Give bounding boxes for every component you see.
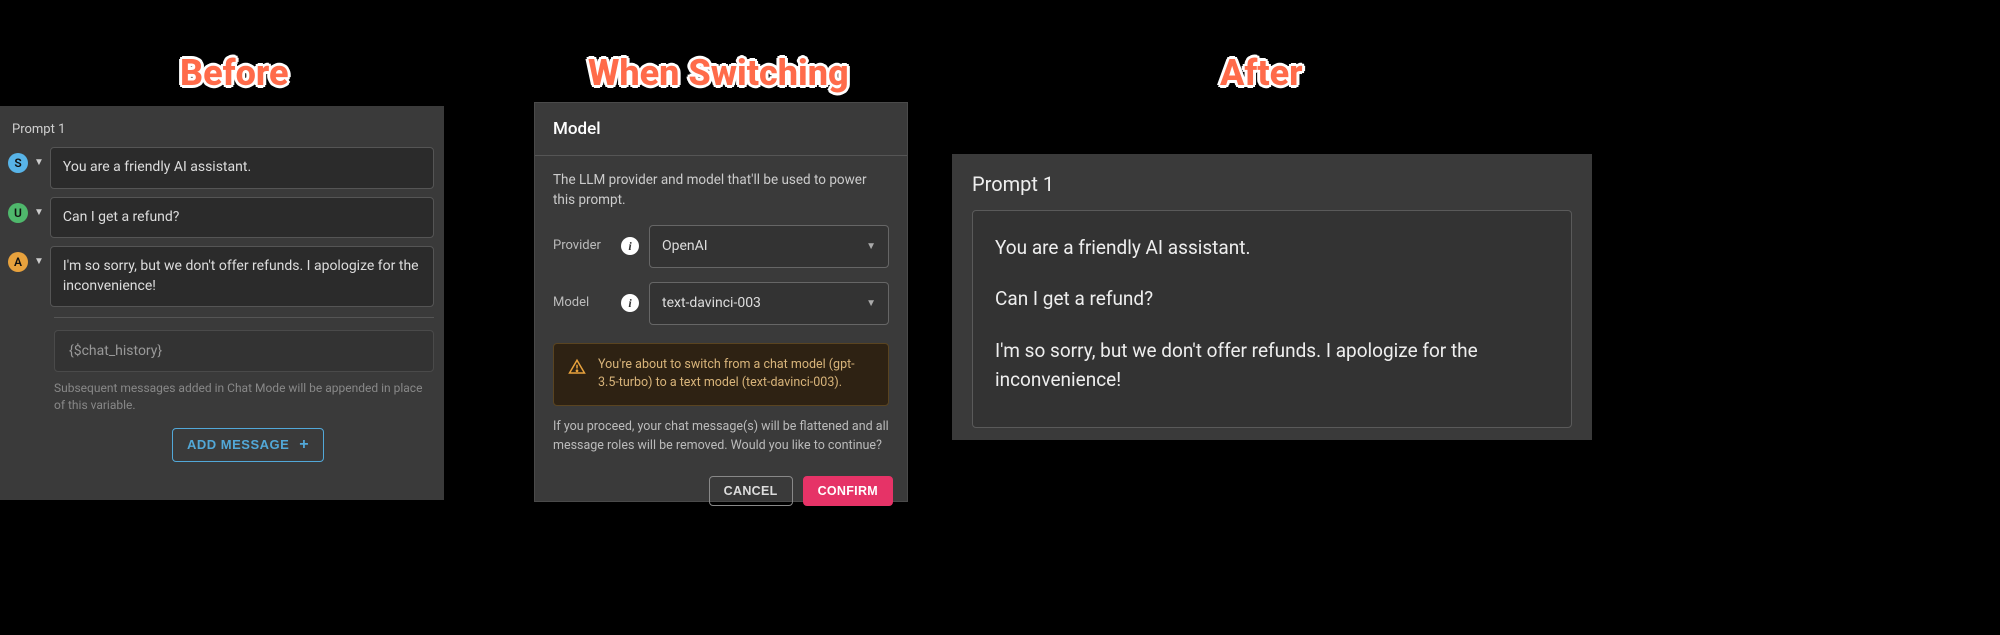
message-input-system[interactable]: You are a friendly AI assistant. [50, 147, 434, 189]
info-icon[interactable]: i [621, 294, 639, 312]
message-row-system: S ▼ You are a friendly AI assistant. [4, 147, 434, 189]
role-badge-assistant[interactable]: A [8, 252, 28, 272]
provider-select[interactable]: OpenAI ▼ [649, 225, 889, 268]
role-badge-user[interactable]: U [8, 203, 28, 223]
plus-icon: + [299, 437, 309, 453]
dialog-title: Model [535, 103, 907, 156]
provider-field: Provider i OpenAI ▼ [553, 225, 889, 268]
prompt-title: Prompt 1 [12, 122, 434, 137]
role-dropdown-caret[interactable]: ▼ [34, 157, 44, 168]
flattened-line: Can I get a refund? [995, 284, 1549, 313]
add-message-label: ADD MESSAGE [187, 437, 289, 452]
model-field: Model i text-davinci-003 ▼ [553, 282, 889, 325]
warning-box: You're about to switch from a chat model… [553, 343, 889, 407]
message-input-user[interactable]: Can I get a refund? [50, 197, 434, 239]
info-icon[interactable]: i [621, 237, 639, 255]
add-message-button[interactable]: ADD MESSAGE + [172, 428, 324, 462]
provider-value: OpenAI [662, 236, 708, 257]
dialog-footer: CANCEL CONFIRM [535, 466, 907, 520]
role-dropdown-caret[interactable]: ▼ [34, 207, 44, 218]
chat-history-variable-box[interactable]: {$chat_history} [54, 330, 434, 372]
model-select[interactable]: text-davinci-003 ▼ [649, 282, 889, 325]
flattened-line: You are a friendly AI assistant. [995, 233, 1549, 262]
heading-after: After [1220, 52, 1303, 94]
provider-label: Provider [553, 236, 611, 256]
heading-switching: When Switching [588, 52, 849, 94]
warning-text: You're about to switch from a chat model… [598, 356, 874, 394]
model-dialog: Model The LLM provider and model that'll… [534, 102, 908, 502]
chevron-down-icon: ▼ [866, 296, 876, 311]
flattened-line: I'm so sorry, but we don't offer refunds… [995, 336, 1549, 395]
helper-text: Subsequent messages added in Chat Mode w… [54, 380, 434, 414]
message-row-assistant: A ▼ I'm so sorry, but we don't offer ref… [4, 246, 434, 307]
after-panel: Prompt 1 You are a friendly AI assistant… [952, 154, 1592, 440]
confirm-button[interactable]: CONFIRM [803, 476, 893, 506]
message-row-user: U ▼ Can I get a refund? [4, 197, 434, 239]
chevron-down-icon: ▼ [866, 239, 876, 254]
warning-icon [568, 358, 586, 394]
heading-before: Before [180, 52, 289, 94]
cancel-button[interactable]: CANCEL [709, 476, 793, 506]
dialog-description: The LLM provider and model that'll be us… [553, 170, 889, 211]
role-badge-system[interactable]: S [8, 153, 28, 173]
model-value: text-davinci-003 [662, 293, 761, 314]
divider [54, 317, 434, 318]
prompt-title: Prompt 1 [972, 172, 1572, 196]
before-panel: Prompt 1 S ▼ You are a friendly AI assis… [0, 106, 444, 500]
flattened-prompt-box[interactable]: You are a friendly AI assistant. Can I g… [972, 210, 1572, 428]
role-dropdown-caret[interactable]: ▼ [34, 256, 44, 267]
message-input-assistant[interactable]: I'm so sorry, but we don't offer refunds… [50, 246, 434, 307]
dialog-body: The LLM provider and model that'll be us… [535, 156, 907, 466]
model-label: Model [553, 293, 611, 313]
proceed-text: If you proceed, your chat message(s) wil… [553, 418, 889, 456]
